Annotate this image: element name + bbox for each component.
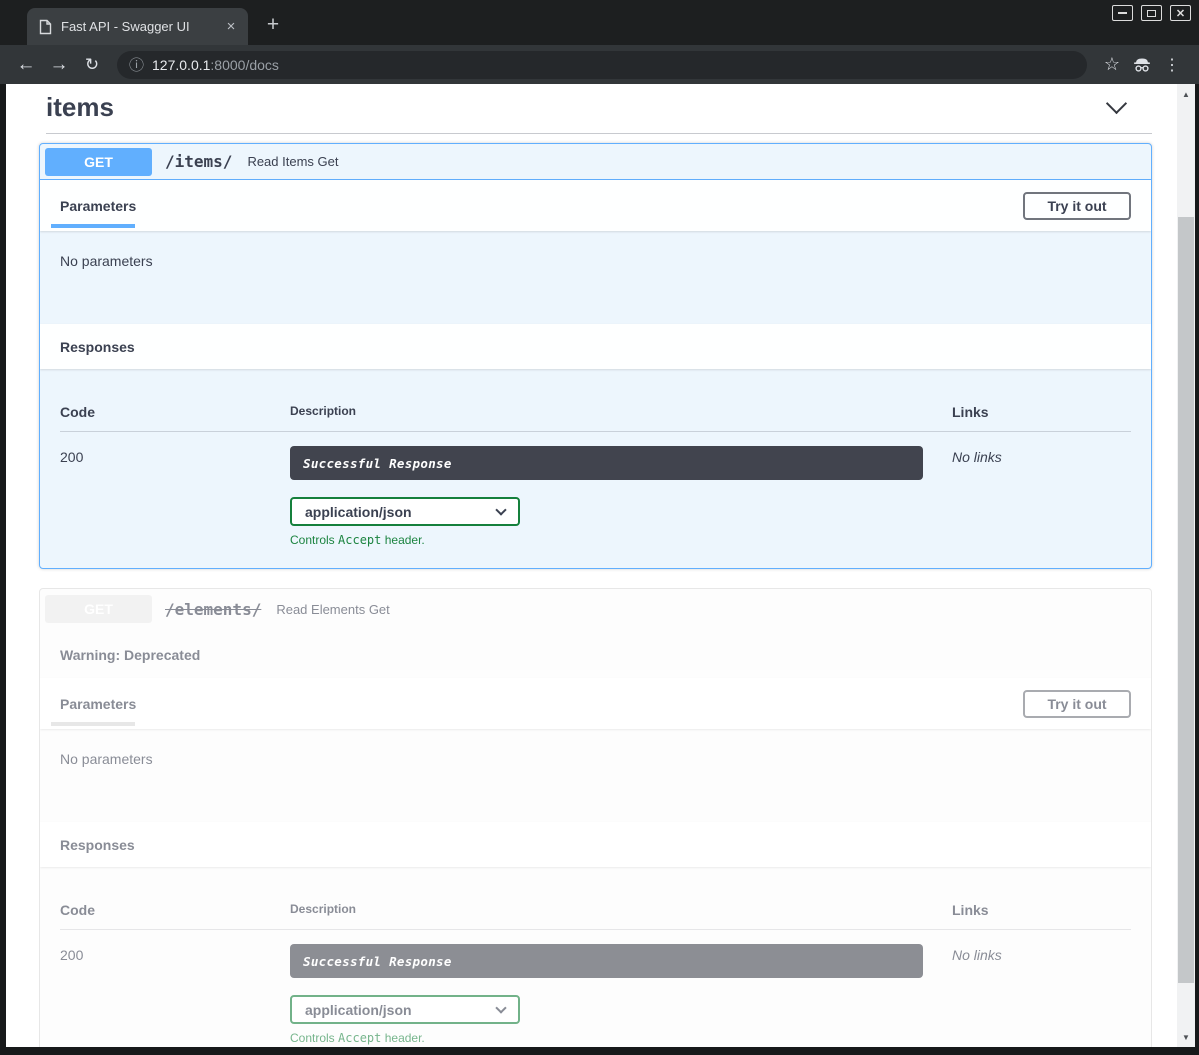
parameters-body: No parameters: [40, 729, 1151, 822]
response-description-cell: Successful Response application/json Con…: [290, 944, 952, 1045]
page-document-icon: [39, 19, 52, 35]
tab-title: Fast API - Swagger UI: [61, 19, 222, 34]
page-scrollbar[interactable]: ▲ ▼: [1177, 84, 1195, 1047]
code-column-header: Code: [60, 902, 290, 918]
parameters-tab: Parameters: [60, 180, 136, 231]
tag-section-header[interactable]: items: [39, 84, 1152, 123]
forward-button[interactable]: →: [45, 51, 73, 79]
scroll-up-icon[interactable]: ▲: [1177, 86, 1195, 102]
response-description-box: Successful Response: [290, 446, 923, 480]
minimize-button[interactable]: [1112, 5, 1133, 21]
page-viewport: items GET /items/ Read Items Get Paramet…: [6, 84, 1195, 1047]
try-it-out-button[interactable]: Try it out: [1023, 690, 1131, 718]
operation-path: /items/: [165, 152, 232, 171]
no-parameters-text: No parameters: [60, 751, 153, 767]
opblock-get-elements-deprecated: GET /elements/ Read Elements Get Warning…: [39, 588, 1152, 1047]
browser-toolbar: ← → ↻ ⓘ 127.0.0.1:8000/docs ☆ ⋮: [0, 45, 1199, 84]
new-tab-button[interactable]: +: [260, 12, 286, 38]
incognito-icon: [1127, 57, 1157, 73]
responses-body: Code Description Links 200 Successful Re…: [40, 867, 1151, 1047]
window-controls: ✕: [1112, 5, 1191, 21]
http-method-badge: GET: [45, 148, 152, 176]
media-type-select[interactable]: application/json: [290, 497, 520, 526]
operation-summary[interactable]: GET /items/ Read Items Get: [40, 144, 1151, 180]
accept-header-note: Controls Accept header.: [290, 1031, 952, 1045]
response-links: No links: [952, 944, 1131, 1045]
response-code: 200: [60, 446, 290, 547]
media-type-select[interactable]: application/json: [290, 995, 520, 1024]
try-it-out-button[interactable]: Try it out: [1023, 192, 1131, 220]
minimize-icon: [1118, 12, 1127, 14]
response-description-box: Successful Response: [290, 944, 923, 978]
response-row: 200 Successful Response application/json…: [60, 432, 1131, 547]
description-column-header: Description: [290, 404, 952, 420]
parameters-header: Parameters Try it out: [40, 180, 1151, 231]
maximize-icon: [1147, 10, 1156, 17]
site-info-icon[interactable]: ⓘ: [129, 54, 144, 75]
operation-description: Read Elements Get: [276, 602, 389, 617]
address-bar[interactable]: ⓘ 127.0.0.1:8000/docs: [117, 51, 1087, 79]
maximize-button[interactable]: [1141, 5, 1162, 21]
response-row: 200 Successful Response application/json…: [60, 930, 1131, 1045]
browser-titlebar: Fast API - Swagger UI × + ✕: [0, 0, 1199, 45]
parameters-tab: Parameters: [60, 678, 136, 729]
deprecated-warning: Warning: Deprecated: [40, 629, 1151, 678]
code-column-header: Code: [60, 404, 290, 420]
bookmark-star-icon[interactable]: ☆: [1097, 54, 1127, 75]
response-code: 200: [60, 944, 290, 1045]
tag-title: items: [46, 92, 1152, 123]
close-window-button[interactable]: ✕: [1170, 5, 1191, 21]
opblock-get-items: GET /items/ Read Items Get Parameters Tr…: [39, 143, 1152, 569]
operation-summary[interactable]: GET /elements/ Read Elements Get: [40, 589, 1151, 629]
no-parameters-text: No parameters: [60, 253, 153, 269]
operation-path: /elements/: [165, 600, 261, 619]
chevron-down-icon: [495, 1002, 506, 1013]
reload-button[interactable]: ↻: [78, 51, 106, 79]
responses-body: Code Description Links 200 Successful Re…: [40, 369, 1151, 568]
accept-header-note: Controls Accept header.: [290, 533, 952, 547]
response-links: No links: [952, 446, 1131, 547]
chevron-down-icon: [495, 504, 506, 515]
http-method-badge: GET: [45, 595, 152, 623]
browser-tab[interactable]: Fast API - Swagger UI ×: [27, 8, 248, 45]
browser-menu-icon[interactable]: ⋮: [1157, 55, 1187, 75]
swagger-page: items GET /items/ Read Items Get Paramet…: [6, 84, 1177, 1047]
back-button[interactable]: ←: [12, 51, 40, 79]
responses-header: Responses: [40, 822, 1151, 867]
links-column-header: Links: [952, 404, 1131, 420]
url-path: :8000/docs: [210, 57, 279, 73]
active-tab-underline: [51, 224, 135, 228]
responses-table-header: Code Description Links: [60, 383, 1131, 432]
parameters-body: No parameters: [40, 231, 1151, 324]
responses-header: Responses: [40, 324, 1151, 369]
url-host: 127.0.0.1: [152, 57, 210, 73]
close-tab-icon[interactable]: ×: [222, 18, 240, 36]
scroll-down-icon[interactable]: ▼: [1177, 1029, 1195, 1045]
responses-table-header: Code Description Links: [60, 881, 1131, 930]
description-column-header: Description: [290, 902, 952, 918]
links-column-header: Links: [952, 902, 1131, 918]
operation-description: Read Items Get: [247, 154, 338, 169]
active-tab-underline: [51, 722, 135, 726]
parameters-header: Parameters Try it out: [40, 678, 1151, 729]
response-description-cell: Successful Response application/json Con…: [290, 446, 952, 547]
scrollbar-thumb[interactable]: [1178, 217, 1194, 983]
section-divider: [46, 133, 1152, 134]
